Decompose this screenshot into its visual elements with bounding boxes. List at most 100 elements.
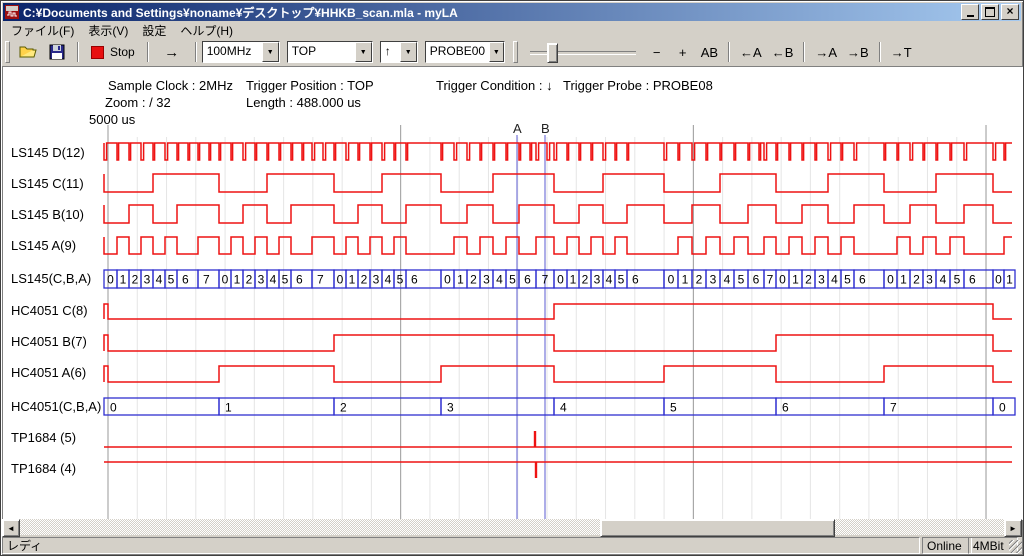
- goto-trigger-button[interactable]: →T: [886, 41, 917, 63]
- chevron-down-icon[interactable]: ▼: [400, 42, 417, 62]
- waveform-panel: Sample Clock : 2MHz Zoom : / 32 Trigger …: [2, 66, 1023, 520]
- svg-text:7: 7: [890, 401, 897, 415]
- svg-text:2: 2: [582, 273, 589, 287]
- svg-text:4: 4: [270, 273, 277, 287]
- zoom-slider-track: [530, 51, 636, 55]
- svg-text:5: 5: [618, 273, 625, 287]
- svg-text:1: 1: [457, 273, 464, 287]
- left-to-b-button[interactable]: ←B: [767, 41, 799, 63]
- svg-text:2: 2: [470, 273, 477, 287]
- run-button[interactable]: →: [154, 41, 190, 63]
- toolbar-grip[interactable]: [513, 41, 518, 63]
- toolbar-separator: [77, 42, 79, 62]
- svg-text:1: 1: [792, 273, 799, 287]
- menu-item-0[interactable]: ファイル(F): [4, 21, 81, 40]
- close-icon: ×: [1006, 6, 1013, 16]
- svg-text:5: 5: [954, 273, 961, 287]
- toolbar-grip[interactable]: [5, 41, 10, 63]
- cursor-label-a: A: [513, 121, 522, 136]
- hc4051-bus-row: 012345670: [104, 398, 1015, 415]
- svg-text:5: 5: [168, 273, 175, 287]
- svg-text:1: 1: [234, 273, 241, 287]
- svg-text:6: 6: [969, 273, 976, 287]
- title-bar[interactable]: C:¥Documents and Settings¥noname¥デスクトップ¥…: [3, 3, 1021, 21]
- svg-text:3: 3: [818, 273, 825, 287]
- menu-item-2[interactable]: 設定: [135, 21, 173, 40]
- scroll-right-button[interactable]: ►: [1004, 519, 1022, 537]
- svg-text:7: 7: [542, 273, 549, 287]
- zoom-in-button[interactable]: +: [670, 41, 696, 63]
- svg-text:0: 0: [779, 273, 786, 287]
- svg-text:7: 7: [767, 273, 774, 287]
- status-message: レディ: [2, 537, 920, 554]
- svg-text:3: 3: [926, 273, 933, 287]
- svg-text:7: 7: [203, 273, 210, 287]
- menu-item-3[interactable]: ヘルプ(H): [173, 21, 240, 40]
- save-floppy-icon: [49, 44, 67, 60]
- svg-text:4: 4: [831, 273, 838, 287]
- cursor-label-b: B: [541, 121, 550, 136]
- stop-button[interactable]: Stop: [84, 41, 142, 63]
- trigger-position-combobox[interactable]: TOP ▼: [287, 41, 373, 63]
- waveform-row-9: [104, 431, 1012, 447]
- status-memory-text: 4MBit: [973, 539, 1004, 553]
- toolbar-separator: [147, 42, 149, 62]
- toolbar-separator: [879, 42, 881, 62]
- waveform-row-10: [104, 462, 1012, 478]
- zoom-out-button[interactable]: −: [644, 41, 670, 63]
- svg-text:3: 3: [594, 273, 601, 287]
- menu-item-1[interactable]: 表示(V): [81, 21, 135, 40]
- horizontal-scrollbar[interactable]: ◄ ►: [2, 519, 1022, 535]
- svg-text:2: 2: [132, 273, 139, 287]
- probe-combobox[interactable]: PROBE00 ▼: [425, 41, 505, 63]
- app-icon: [5, 5, 19, 19]
- svg-text:2: 2: [805, 273, 812, 287]
- stop-label: Stop: [110, 45, 135, 59]
- minimize-button[interactable]: [961, 4, 979, 20]
- right-to-a-button[interactable]: →A: [810, 41, 842, 63]
- trigger-edge-combobox[interactable]: ↑ ▼: [380, 41, 418, 63]
- svg-text:5: 5: [282, 273, 289, 287]
- left-to-a-button[interactable]: ←A: [735, 41, 767, 63]
- clock-value: 100MHz: [203, 42, 262, 62]
- toolbar-separator: [728, 42, 730, 62]
- open-file-button[interactable]: [14, 41, 44, 63]
- resize-grip[interactable]: [1009, 540, 1022, 553]
- trigger-edge-value: ↑: [381, 42, 400, 62]
- svg-text:5: 5: [844, 273, 851, 287]
- chevron-down-icon[interactable]: ▼: [262, 42, 279, 62]
- svg-text:2: 2: [246, 273, 253, 287]
- svg-text:4: 4: [496, 273, 503, 287]
- grid-lines: [108, 125, 986, 519]
- scroll-left-button[interactable]: ◄: [2, 519, 20, 537]
- chevron-down-icon[interactable]: ▼: [489, 42, 504, 62]
- svg-text:5: 5: [397, 273, 404, 287]
- window-title: C:¥Documents and Settings¥noname¥デスクトップ¥…: [23, 4, 959, 21]
- stop-icon: [91, 46, 104, 59]
- scroll-left-icon: ◄: [7, 524, 15, 533]
- svg-text:0: 0: [444, 273, 451, 287]
- scrollbar-thumb[interactable]: [600, 519, 835, 537]
- cursor-ab-button[interactable]: AB: [696, 41, 723, 63]
- close-button[interactable]: ×: [1001, 4, 1019, 20]
- clock-combobox[interactable]: 100MHz ▼: [202, 41, 280, 63]
- zoom-slider[interactable]: [530, 42, 636, 62]
- svg-text:4: 4: [385, 273, 392, 287]
- svg-text:7: 7: [317, 273, 324, 287]
- svg-text:0: 0: [110, 401, 117, 415]
- chevron-down-icon[interactable]: ▼: [355, 42, 372, 62]
- right-to-b-button[interactable]: →B: [842, 41, 874, 63]
- maximize-button[interactable]: [981, 4, 999, 20]
- zoom-slider-thumb[interactable]: [547, 43, 558, 63]
- open-folder-icon: [19, 44, 39, 60]
- waveform-row-7: [104, 366, 1012, 382]
- svg-text:0: 0: [887, 273, 894, 287]
- svg-text:4: 4: [156, 273, 163, 287]
- svg-text:1: 1: [570, 273, 577, 287]
- svg-text:2: 2: [913, 273, 920, 287]
- svg-text:4: 4: [940, 273, 947, 287]
- svg-text:1: 1: [1006, 273, 1013, 287]
- save-file-button[interactable]: [44, 41, 72, 63]
- svg-text:3: 3: [447, 401, 454, 415]
- svg-text:6: 6: [182, 273, 189, 287]
